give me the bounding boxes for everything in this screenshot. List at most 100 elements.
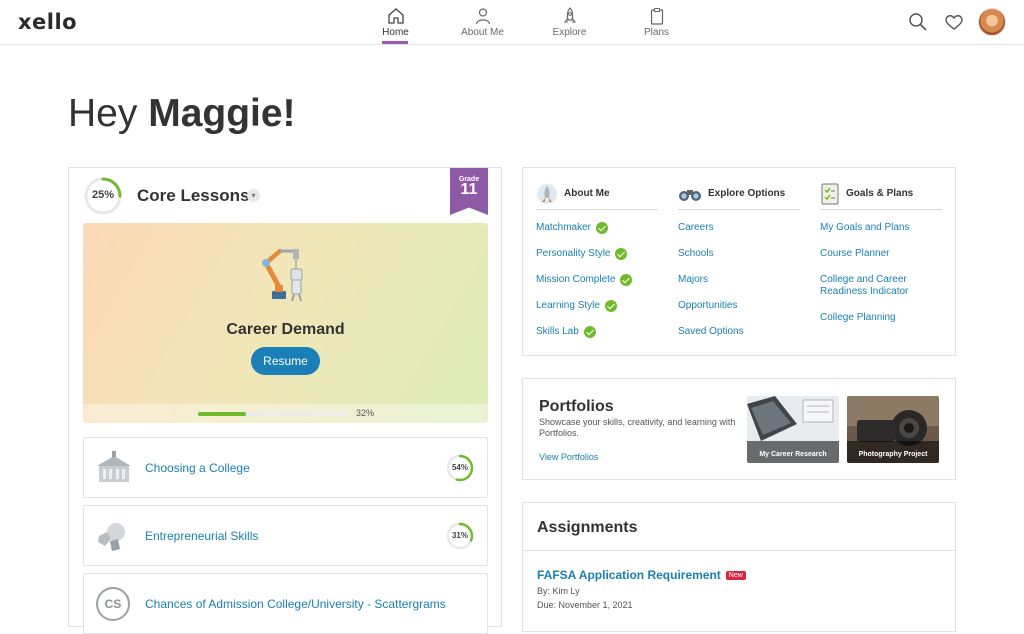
portfolios-description: Showcase your skills, creativity, and le… <box>539 417 736 438</box>
cs-initials-icon: CS <box>96 587 130 621</box>
assignments-title: Assignments <box>537 519 638 536</box>
nav-home-label: Home <box>382 27 409 38</box>
link-learning-style[interactable]: Learning Style <box>536 300 658 312</box>
top-bar: xello Home About Me Explore Plans <box>0 0 1024 45</box>
greeting-prefix: Hey <box>68 92 138 135</box>
column-title: Explore Options <box>708 188 786 199</box>
link-opportunities[interactable]: Opportunities <box>678 300 800 312</box>
new-badge: New <box>725 571 746 580</box>
check-icon <box>596 222 609 234</box>
portfolio-caption: Photography Project <box>858 451 928 458</box>
lesson-progress-percent: 32% <box>356 408 375 418</box>
checklist-icon <box>821 183 839 204</box>
assignment-link[interactable]: FAFSA Application Requirement New <box>537 568 746 582</box>
lesson-title: Chances of Admission College/University … <box>145 597 446 611</box>
grade-number: 11 <box>460 181 478 198</box>
main-nav: Home About Me Explore Plans <box>352 0 700 45</box>
column-title: Goals & Plans <box>846 188 914 199</box>
link-matchmaker[interactable]: Matchmaker <box>536 222 658 234</box>
link-personality-style[interactable]: Personality Style <box>536 248 658 260</box>
college-building-icon <box>97 451 131 482</box>
portfolios-card: Portfolios Showcase your skills, creativ… <box>522 378 956 480</box>
lesson-progress-percent: 31% <box>451 531 468 540</box>
core-progress-percent: 25% <box>91 189 115 201</box>
portfolio-thumb-career-research[interactable]: My Career Research <box>747 396 839 463</box>
search-icon[interactable] <box>908 12 928 32</box>
core-progress-ring: 25% <box>83 176 123 216</box>
quick-links-card: About Me Matchmaker Personality Style Mi… <box>522 167 956 356</box>
portfolio-caption: My Career Research <box>759 451 827 458</box>
portfolios-title: Portfolios <box>539 398 614 415</box>
greeting-name: Maggie! <box>148 92 296 135</box>
lesson-progress-area: 32% <box>83 404 488 423</box>
lesson-item-choosing-college[interactable]: Choosing a College 54% <box>83 437 488 498</box>
goals-plans-column: Goals & Plans My Goals and Plans Course … <box>820 180 942 338</box>
home-icon <box>387 8 404 24</box>
person-icon <box>475 8 490 25</box>
check-icon <box>583 326 596 338</box>
check-icon <box>604 300 617 312</box>
core-lessons-title: Core Lessons <box>137 186 250 205</box>
lesson-title: Choosing a College <box>145 461 250 475</box>
lesson-item-entrepreneurial-skills[interactable]: Entrepreneurial Skills 31% <box>83 505 488 566</box>
divider <box>523 550 955 551</box>
lesson-progress-ring: 31% <box>446 522 474 550</box>
lesson-title: Entrepreneurial Skills <box>145 529 259 543</box>
assignment-due-date: Due: November 1, 2021 <box>537 600 633 610</box>
explore-options-header: Explore Options <box>678 180 800 210</box>
active-tab-indicator <box>382 41 408 44</box>
cs-initials-text: CS <box>104 597 122 611</box>
nav-plans-label: Plans <box>643 27 669 38</box>
about-me-header: About Me <box>536 180 658 210</box>
lesson-progress-ring: 54% <box>446 454 474 482</box>
goals-plans-header: Goals & Plans <box>820 180 942 210</box>
check-icon <box>615 248 628 260</box>
about-me-column: About Me Matchmaker Personality Style Mi… <box>536 180 658 352</box>
nav-plans[interactable]: Plans <box>613 0 700 45</box>
robot-arm-icon <box>262 248 303 302</box>
link-schools[interactable]: Schools <box>678 248 800 260</box>
heart-icon[interactable] <box>944 12 964 32</box>
core-lessons-card: 25% Core Lessons ▾ Grade 11 Career Deman… <box>68 167 502 634</box>
link-college-planning[interactable]: College Planning <box>820 312 942 324</box>
assignment-author: By: Kim Ly <box>537 586 580 596</box>
avatar[interactable] <box>978 8 1006 36</box>
lesson-progress-fill <box>198 412 246 416</box>
link-mission-complete[interactable]: Mission Complete <box>536 274 658 286</box>
link-readiness-indicator[interactable]: College and Career Readiness Indicator <box>820 274 942 298</box>
current-lesson-banner: Career Demand Resume 32% <box>83 223 488 423</box>
link-saved-options[interactable]: Saved Options <box>678 326 800 338</box>
brand-name: xello <box>18 10 78 34</box>
nav-about-me-label: About Me <box>461 27 504 38</box>
grade-badge: Grade 11 <box>450 168 488 215</box>
resume-button[interactable]: Resume <box>251 347 320 375</box>
lesson-progress-bar <box>198 412 348 416</box>
chevron-down-icon[interactable]: ▾ <box>247 189 260 202</box>
column-title: About Me <box>564 188 610 199</box>
link-skills-lab[interactable]: Skills Lab <box>536 326 658 338</box>
link-course-planner[interactable]: Course Planner <box>820 248 942 260</box>
binoculars-icon <box>679 189 701 201</box>
header-actions <box>892 8 1006 36</box>
assignments-card: Assignments FAFSA Application Requiremen… <box>522 502 956 632</box>
nav-about-me[interactable]: About Me <box>439 0 526 45</box>
rocket-icon <box>563 7 576 23</box>
clipboard-icon <box>650 7 663 25</box>
explore-options-column: Explore Options Careers Schools Majors O… <box>678 180 800 352</box>
link-careers[interactable]: Careers <box>678 222 800 234</box>
link-my-goals-and-plans[interactable]: My Goals and Plans <box>820 222 942 234</box>
link-majors[interactable]: Majors <box>678 274 800 286</box>
view-portfolios-link[interactable]: View Portfolios <box>539 452 598 462</box>
brand-logo[interactable]: xello <box>18 10 77 34</box>
check-icon <box>620 274 633 286</box>
puzzle-icon <box>98 523 125 551</box>
current-lesson-title: Career Demand <box>226 321 345 338</box>
assignment-title: FAFSA Application Requirement <box>537 568 721 582</box>
nav-home[interactable]: Home <box>352 0 439 45</box>
lesson-item-chances-of-admission[interactable]: CS Chances of Admission College/Universi… <box>83 573 488 634</box>
portfolio-thumb-photography[interactable]: Photography Project <box>847 396 939 463</box>
rocket-icon <box>537 183 557 204</box>
nav-explore[interactable]: Explore <box>526 0 613 45</box>
page-greeting: Hey Maggie! <box>68 92 296 136</box>
lesson-progress-percent: 54% <box>451 463 468 472</box>
